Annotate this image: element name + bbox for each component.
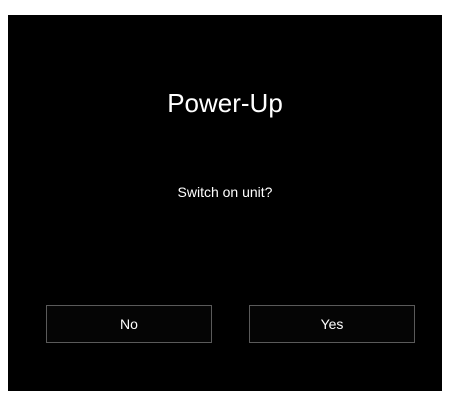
dialog-message: Switch on unit? [177, 184, 273, 200]
yes-button[interactable]: Yes [249, 305, 415, 343]
dialog-title: Power-Up [167, 88, 283, 118]
yes-button-label: Yes [320, 316, 344, 332]
no-button-label: No [120, 316, 138, 332]
power-up-dialog: Power-Up Switch on unit? No Yes [8, 15, 442, 391]
no-button[interactable]: No [46, 305, 212, 343]
